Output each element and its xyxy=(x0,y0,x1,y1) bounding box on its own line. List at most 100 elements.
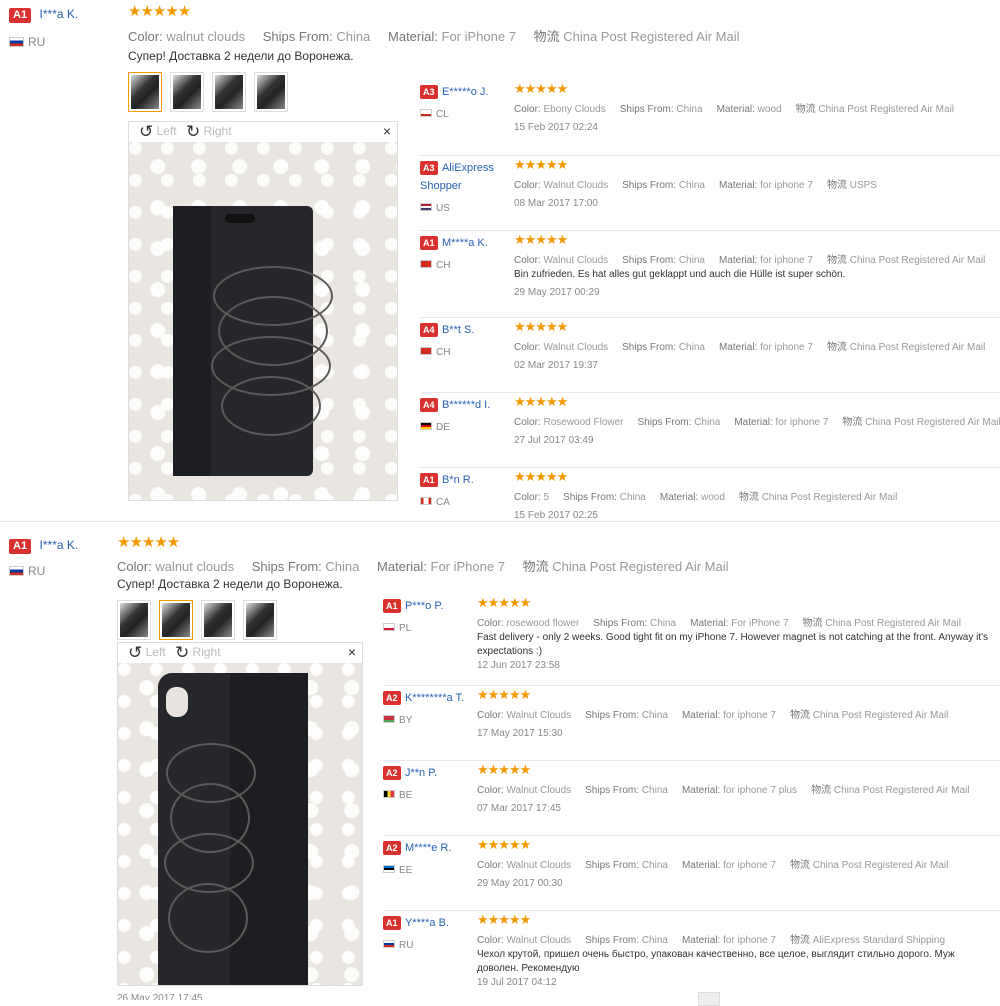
viewer-toolbar: ↺ Left ↻ Right × xyxy=(118,643,362,663)
level-badge: A2 xyxy=(383,766,401,780)
thumbnail[interactable] xyxy=(201,600,235,640)
level-badge: A3 xyxy=(420,161,438,175)
rotate-left-icon: ↺ xyxy=(139,122,154,141)
order-info: Color: Walnut Clouds Ships From: China Mat… xyxy=(514,255,986,266)
flag-icon xyxy=(383,864,395,873)
viewer-toolbar: ↺ Left ↻ Right × xyxy=(129,122,397,142)
rotate-right-icon: ↻ xyxy=(174,643,190,662)
reviewer-name[interactable]: J**n P. xyxy=(405,767,437,779)
flag-icon xyxy=(420,421,432,430)
reviewer-name[interactable]: E*****o J. xyxy=(442,86,488,98)
level-badge: A1 xyxy=(420,473,438,487)
order-info: Color: Ebony Clouds Ships From: China Mate… xyxy=(514,104,955,115)
review-text: Супер! Доставка 2 недели до Воронежа. xyxy=(128,49,354,63)
order-info: Color: Walnut Clouds Ships From: China Mat… xyxy=(514,180,877,191)
reviewer-info: A2 J**n P. BE xyxy=(383,763,471,803)
star-rating: ★★★★★ xyxy=(477,912,531,927)
reviewer-info: A1 Y****a B. RU xyxy=(383,913,471,953)
review-date: 07 Mar 2017 17:45 xyxy=(477,803,561,814)
reviewer-info: A3 AliExpress Shopper US xyxy=(420,158,508,216)
review-date: 29 May 2017 00:29 xyxy=(514,287,600,298)
thumbnail[interactable] xyxy=(128,72,162,112)
star-rating: ★★★★★ xyxy=(477,837,531,852)
rotate-right-button[interactable]: ↻ Right xyxy=(186,122,232,141)
order-info: Color: walnut clouds Ships From: China M… xyxy=(117,559,729,574)
review-text: Чехол крутой, пришел очень быстро, упако… xyxy=(477,949,955,974)
review-text: Fast delivery - only 2 weeks. Good tight… xyxy=(477,632,989,657)
review-photo[interactable] xyxy=(118,663,362,985)
star-rating: ★★★★★ xyxy=(514,81,568,96)
flag-icon xyxy=(383,789,395,798)
order-info: Color: Walnut Clouds Ships From: China Mat… xyxy=(477,710,949,721)
flag-icon xyxy=(420,496,432,505)
review-date: 19 Jul 2017 04:12 xyxy=(477,977,557,988)
level-badge: A4 xyxy=(420,323,438,337)
order-info: Color: Walnut Clouds Ships From: China Mat… xyxy=(477,935,946,946)
rotate-left-button[interactable]: ↺ Left xyxy=(128,643,166,662)
image-viewer: ↺ Left ↻ Right × xyxy=(117,642,363,986)
star-rating: ★★★★★ xyxy=(128,3,191,20)
reviewer-country: PL xyxy=(399,623,412,634)
reviewer-name[interactable]: M****a K. xyxy=(442,237,488,249)
level-badge: A2 xyxy=(383,691,401,705)
thumbnail[interactable] xyxy=(254,72,288,112)
phone-case-image xyxy=(158,673,308,985)
close-icon[interactable]: × xyxy=(383,123,391,139)
review-date: 02 Mar 2017 19:37 xyxy=(514,360,598,371)
order-info: Color: Rosewood Flower Ships From: China M… xyxy=(514,417,1000,428)
star-rating: ★★★★★ xyxy=(477,687,531,702)
reviewer-name[interactable]: M****e R. xyxy=(405,842,451,854)
reviewer-country: RU xyxy=(28,35,46,49)
reviewer-name[interactable]: K********a T. xyxy=(405,692,464,704)
review-2: A1 I***a K. RU ★★★★★ Color: walnut cloud… xyxy=(0,530,1000,1000)
reviewer-name[interactable]: Y****a B. xyxy=(405,917,449,929)
image-viewer: ↺ Left ↻ Right × xyxy=(128,121,398,501)
star-rating: ★★★★★ xyxy=(514,319,568,334)
level-badge: A1 xyxy=(9,8,32,23)
list-item: A2 K********a T. BY ★★★★★ Color: Walnut Clo… xyxy=(383,686,1000,761)
review-date: 15 Feb 2017 02:24 xyxy=(514,122,598,133)
review-1: A1 I***a K. RU ★★★★★ Color: walnut cloud… xyxy=(0,0,1000,521)
level-badge: A4 xyxy=(420,398,438,412)
star-rating: ★★★★★ xyxy=(477,595,531,610)
thumbnail-strip xyxy=(117,600,277,640)
reviewer-name[interactable]: B******d I. xyxy=(442,399,490,411)
flag-icon xyxy=(420,108,432,117)
reviewer-country: CH xyxy=(436,260,451,271)
review-photo[interactable] xyxy=(129,142,397,500)
order-info: Color: Walnut Clouds Ships From: China Mat… xyxy=(514,342,986,353)
star-rating: ★★★★★ xyxy=(514,394,568,409)
star-rating: ★★★★★ xyxy=(117,534,180,551)
thumbnail[interactable] xyxy=(117,600,151,640)
thumbnail[interactable] xyxy=(212,72,246,112)
reviewer-country: CL xyxy=(436,109,449,120)
reviewer-name[interactable]: I***a K. xyxy=(40,538,79,552)
review-date: 17 May 2017 15:30 xyxy=(477,728,563,739)
level-badge: A3 xyxy=(420,85,438,99)
review-date: 29 May 2017 00:30 xyxy=(477,878,563,889)
list-item: A2 J**n P. BE ★★★★★ Color: Walnut Clouds Shi… xyxy=(383,761,1000,836)
reviewer-name[interactable]: I***a K. xyxy=(40,7,79,21)
thumbnail[interactable] xyxy=(170,72,204,112)
close-icon[interactable]: × xyxy=(348,644,356,660)
flag-icon xyxy=(383,939,395,948)
reviewer-info: A1 B*n R. CA xyxy=(420,470,508,510)
reviewer-country: US xyxy=(436,203,450,214)
rotate-left-button[interactable]: ↺ Left xyxy=(139,122,177,141)
flag-icon xyxy=(420,202,432,211)
list-item: A1 P***o P. PL ★★★★★ Color: rosewood flower… xyxy=(383,594,1000,686)
star-rating: ★★★★★ xyxy=(477,762,531,777)
reviewer-name[interactable]: B*n R. xyxy=(442,474,474,486)
flag-icon xyxy=(383,622,395,631)
review-text: Супер! Доставка 2 недели до Воронежа. xyxy=(117,577,343,591)
reviewer-name[interactable]: P***o P. xyxy=(405,600,443,612)
thumbnail[interactable] xyxy=(159,600,193,640)
list-item: A3 E*****o J. CL ★★★★★ Color: Ebony Clouds S… xyxy=(420,80,1000,156)
rotate-right-button[interactable]: ↻ Right xyxy=(175,643,221,662)
review-date: 08 Mar 2017 17:00 xyxy=(514,198,598,209)
scroll-button[interactable] xyxy=(698,992,720,1006)
reviewer-name[interactable]: B**t S. xyxy=(442,324,474,336)
thumbnail[interactable] xyxy=(243,600,277,640)
reviewer-country: RU xyxy=(399,940,414,951)
review-date: 26 May 2017 17:45 xyxy=(117,993,203,1000)
